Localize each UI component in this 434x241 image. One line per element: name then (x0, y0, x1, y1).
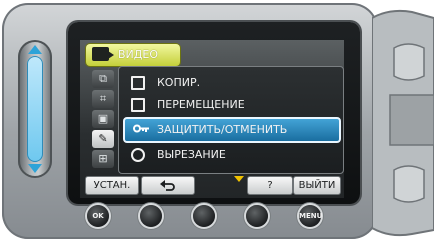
lcd-screen: ВИДЕО ⧉ ⌗ ▣ ✎ ⊞ КОПИР. ПЕРЕМЕЩЕНИЕ ЗАЩИТ… (80, 40, 344, 198)
tab-label: ВИДЕО (118, 48, 158, 61)
slider-track[interactable] (27, 56, 43, 162)
menu-button[interactable]: MENU (299, 205, 322, 227)
scissors-icon (131, 148, 145, 162)
exit-button[interactable]: ВЫЙТИ (293, 176, 341, 195)
side-menu: ⧉ ⌗ ▣ ✎ ⊞ (90, 70, 116, 178)
hardware-button-4[interactable] (246, 205, 268, 227)
menu-item-label: ВЫРЕЗАНИЕ (157, 148, 226, 161)
menu-list: КОПИР. ПЕРЕМЕЩЕНИЕ ЗАЩИТИТЬ/ОТМЕНИТЬ ВЫР… (118, 66, 344, 174)
hardware-button-2[interactable] (140, 205, 162, 227)
scroll-rail[interactable] (18, 40, 52, 178)
menu-item-label: ЗАЩИТИТЬ/ОТМЕНИТЬ (157, 123, 288, 136)
tools-icon[interactable]: ✎ (92, 130, 114, 148)
arrow-up-icon[interactable] (28, 45, 42, 54)
softkey-bar: УСТАН. ? ВЫЙТИ (85, 176, 341, 195)
menu-item-protect[interactable]: ЗАЩИТИТЬ/ОТМЕНИТЬ (123, 117, 341, 143)
menu-item-label: КОПИР. (157, 76, 201, 89)
copy-square-icon (131, 76, 145, 90)
copy-icon[interactable]: ⧉ (92, 70, 114, 88)
arrow-down-icon[interactable] (28, 164, 42, 173)
playback-icon[interactable]: ▣ (92, 110, 114, 128)
camera-hinge (372, 9, 434, 237)
tab-video[interactable]: ВИДЕО (86, 44, 180, 66)
return-arrow-icon (160, 180, 175, 191)
menu-item-label: ПЕРЕМЕЩЕНИЕ (157, 98, 245, 111)
ok-button[interactable]: OK (87, 205, 109, 227)
menu-item-trim[interactable]: ВЫРЕЗАНИЕ (125, 145, 335, 165)
grid-icon[interactable]: ⊞ (92, 150, 114, 168)
hardware-button-3[interactable] (193, 205, 215, 227)
key-icon (133, 124, 149, 133)
set-button[interactable]: УСТАН. (85, 176, 139, 195)
help-button[interactable]: ? (247, 176, 293, 195)
move-icon (131, 98, 145, 112)
video-camera-icon (92, 47, 114, 61)
group-icon[interactable]: ⌗ (92, 90, 114, 108)
menu-item-copy[interactable]: КОПИР. (125, 73, 335, 93)
menu-item-move[interactable]: ПЕРЕМЕЩЕНИЕ (125, 95, 335, 115)
back-button[interactable] (141, 176, 195, 195)
